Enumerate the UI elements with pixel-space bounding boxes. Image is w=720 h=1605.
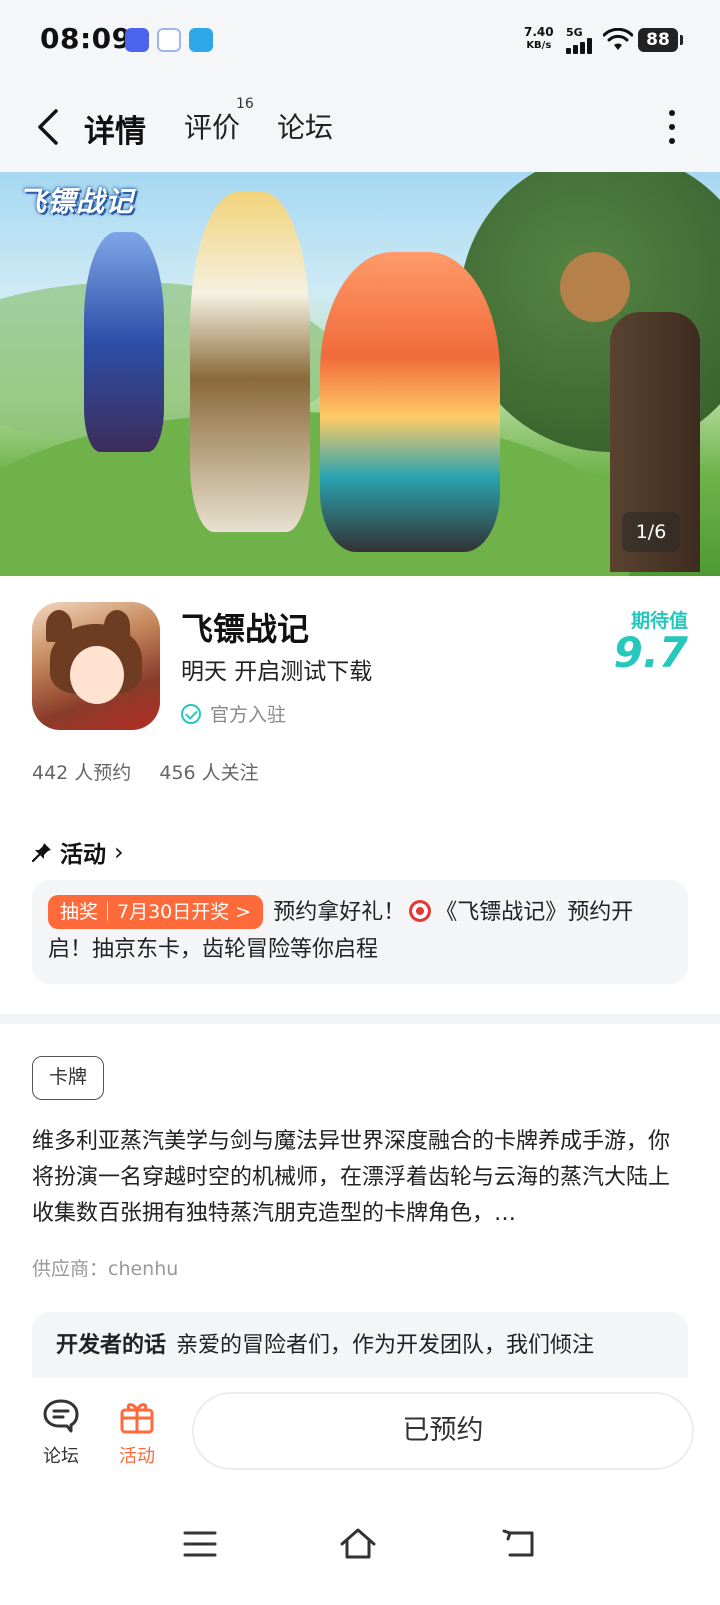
activity-card[interactable]: 抽奖｜7月30日开奖 > 预约拿好礼！ 《飞镖战记》预约开启！抽京东卡，齿轮冒险等你… [32,880,688,984]
wifi-icon [603,28,633,50]
net-speed: 7.40 KB/s [524,25,554,52]
forum-button[interactable]: 论坛 [26,1396,96,1468]
cloud-app-icon [157,28,181,52]
target-icon [409,900,432,922]
home-icon[interactable] [338,1524,378,1564]
back-nav-icon[interactable] [500,1524,540,1564]
vivo-app-icon [125,28,149,52]
system-navigation-bar [0,1486,720,1605]
release-status: 明天 开启测试下载 [181,659,373,685]
character-red [320,252,500,552]
app-stats: 442 人预约 456 人关注 [32,758,281,785]
menu-icon[interactable] [180,1524,220,1564]
back-button[interactable] [28,102,68,152]
app-name: 飞镖战记 [181,610,310,648]
more-options-button[interactable] [664,110,680,144]
developer-note-card[interactable]: 开发者的话 亲爱的冒险者们，作为开发团队，我们倾注 [32,1312,688,1378]
reservation-count: 442 人预约 [32,762,132,784]
activity-button[interactable]: 活动 [102,1396,172,1468]
status-time: 08:09 [40,22,132,55]
developer-note-title: 开发者的话 [56,1333,167,1358]
follower-count: 456 人关注 [159,762,259,784]
game-logo: 飞镖战记 [18,185,135,218]
gift-icon [120,1403,154,1434]
app-icon [32,602,160,730]
carousel-counter: 1/6 [622,512,680,552]
official-badge: 官方入驻 [181,700,286,727]
lottery-badge: 抽奖｜7月30日开奖 > [48,895,264,929]
raccoon-mascot [560,252,630,322]
developer-note-text: 亲爱的冒险者们，作为开发团队，我们倾注 [176,1333,595,1358]
battery-indicator: 88 [638,28,683,52]
section-divider [0,1014,720,1024]
review-count-badge: 16 [236,96,254,112]
character-blue [84,232,164,452]
tab-review[interactable]: 评价 16 [184,96,254,146]
pin-icon [32,843,51,862]
character-blonde [190,192,310,532]
expectation-score: 9.7 [613,628,688,677]
tab-forum[interactable]: 论坛 [277,106,333,146]
status-bar: 08:09 7.40 KB/s 5G 88 [0,0,720,84]
bottom-action-bar: 论坛 活动 已预约 [0,1378,720,1486]
screenshot-carousel[interactable]: 飞镖战记 1/6 [0,172,720,576]
forum-chat-icon [43,1399,79,1433]
reserved-button[interactable]: 已预约 [192,1392,694,1470]
activity-section-header[interactable]: 活动 › [32,835,124,869]
check-circle-icon [181,703,201,724]
game-description[interactable]: 维多利亚蒸汽美学与剑与魔法异世界深度融合的卡牌养成手游，你将扮演一名穿越时空的机… [32,1124,688,1232]
chevron-right-icon: › [114,838,124,866]
top-nav: 详情 评价 16 论坛 [0,84,720,172]
category-tag[interactable]: 卡牌 [32,1056,105,1100]
broadcast-app-icon [189,28,213,52]
tab-detail[interactable]: 详情 [82,106,148,151]
supplier-info: 供应商：chenhu [32,1258,179,1280]
chevron-left-icon [38,109,58,145]
signal-icon [566,38,596,54]
